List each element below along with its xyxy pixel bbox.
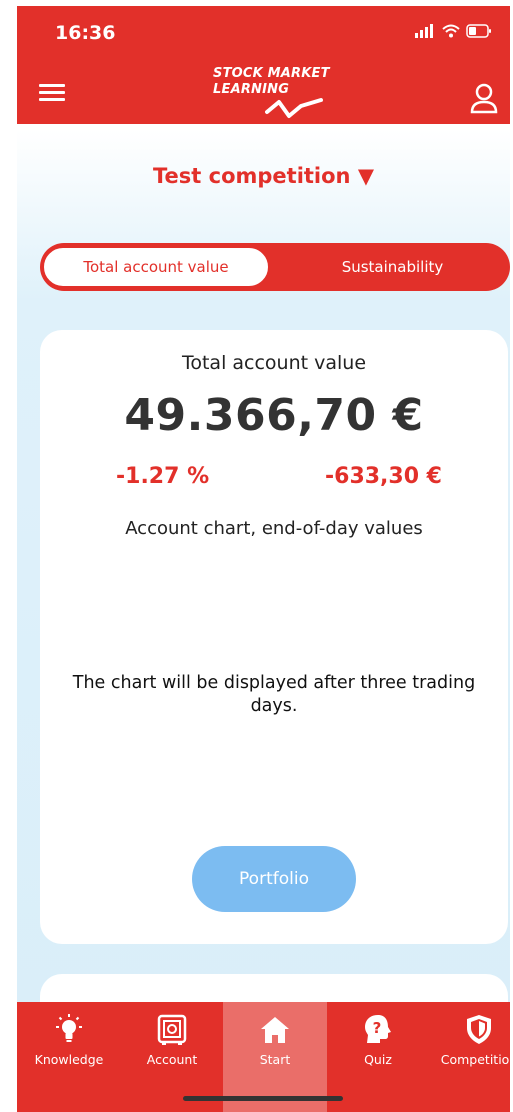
portfolio-button[interactable]: Portfolio: [192, 846, 356, 912]
change-percent: -1.27 %: [116, 464, 210, 489]
logo-text-line1: STOCK MARKET: [213, 66, 330, 81]
signal-icon: [415, 24, 433, 38]
nav-label: Start: [259, 1052, 291, 1067]
nav-item-knowledge[interactable]: Knowledge: [17, 1002, 121, 1112]
logo-zigzag-icon: [265, 98, 323, 118]
tab-sustainability[interactable]: Sustainability: [280, 247, 505, 287]
nav-label: Account: [146, 1052, 198, 1067]
menu-line: [39, 98, 65, 101]
user-icon: [470, 83, 498, 114]
battery-icon: [466, 24, 491, 38]
user-profile-button[interactable]: [468, 82, 500, 114]
app-logo: STOCK MARKET LEARNING: [213, 66, 343, 126]
tab-total-account-value[interactable]: Total account value: [43, 247, 269, 287]
status-icons: [414, 24, 492, 38]
logo-text-line2: LEARNING: [213, 82, 290, 97]
home-indicator: [183, 1096, 343, 1101]
safe-icon: [157, 1014, 187, 1045]
menu-button[interactable]: [39, 84, 65, 102]
competition-selector[interactable]: Test competition ▼: [17, 164, 510, 188]
svg-text:?: ?: [373, 1019, 382, 1037]
menu-line: [39, 91, 65, 94]
account-card: Total account value 49.366,70 € -1.27 % …: [40, 330, 508, 944]
question-head-icon: ?: [365, 1015, 391, 1043]
menu-line: [39, 84, 65, 87]
app-header: 16:36 STOCK MARKET LEARNING: [17, 6, 510, 124]
view-toggle: Total account value Sustainability: [40, 243, 510, 291]
account-value: 49.366,70 €: [124, 390, 424, 441]
account-title: Total account value: [181, 352, 367, 374]
nav-item-competition[interactable]: Competition: [427, 1002, 510, 1112]
lightbulb-icon: [56, 1014, 82, 1042]
home-icon: [261, 1017, 289, 1043]
chart-placeholder-message: The chart will be displayed after three …: [72, 673, 476, 716]
nav-label: Knowledge: [34, 1052, 104, 1067]
nav-label: Quiz: [364, 1052, 392, 1067]
nav-label: Competition: [440, 1052, 510, 1067]
change-amount: -633,30 €: [325, 464, 442, 489]
shield-icon: [467, 1015, 491, 1044]
app-screen: 16:36 STOCK MARKET LEARNING Test competi…: [17, 0, 510, 1112]
chart-heading: Account chart, end-of-day values: [125, 518, 423, 539]
wifi-icon: [442, 24, 460, 38]
status-time: 16:36: [55, 22, 116, 44]
